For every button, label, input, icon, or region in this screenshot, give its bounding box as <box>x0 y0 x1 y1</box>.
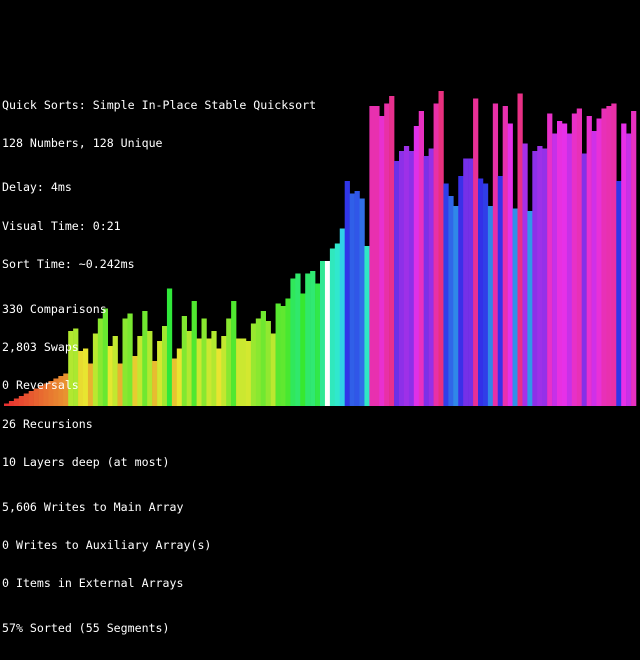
array-bar <box>448 196 454 406</box>
array-bar <box>537 146 543 406</box>
array-bar <box>428 148 434 406</box>
array-bar <box>542 148 548 406</box>
sorted-percentage: 57% Sorted (55 Segments) <box>2 620 170 635</box>
array-bar <box>497 176 503 406</box>
array-bar <box>616 181 622 406</box>
array-bar <box>527 211 533 406</box>
array-bar <box>403 146 410 406</box>
array-bar <box>606 106 612 406</box>
sort-time-readout: Sort Time: ~0.242ms <box>2 257 135 272</box>
array-bar <box>571 113 578 406</box>
array-bar <box>408 151 415 406</box>
array-bar <box>581 153 587 406</box>
array-bar <box>482 183 489 406</box>
array-bar <box>364 246 370 406</box>
comparisons-count: 330 Comparisons <box>2 301 107 316</box>
array-bar <box>384 103 390 406</box>
array-bar <box>473 98 479 406</box>
array-bar <box>423 156 429 406</box>
array-bar <box>320 261 326 406</box>
array-bar <box>458 176 464 406</box>
array-bar <box>566 133 573 406</box>
swaps-count: 2,803 Swaps <box>2 339 79 354</box>
stats-panel: Quick Sorts: Simple In-Place Stable Quic… <box>2 73 316 660</box>
aux-writes-count: 0 Writes to Auxiliary Array(s) <box>2 537 212 552</box>
array-bar <box>339 228 345 406</box>
array-bar <box>478 178 484 406</box>
array-bar <box>547 113 553 406</box>
algorithm-title: Quick Sorts: Simple In-Place Stable Quic… <box>2 97 317 112</box>
main-writes-count: 5,606 Writes to Main Array <box>2 499 184 514</box>
array-bar <box>359 198 365 406</box>
array-bar <box>463 158 469 406</box>
array-bar <box>576 108 582 406</box>
array-bar <box>468 158 474 406</box>
array-bar <box>349 193 355 406</box>
array-bar <box>552 133 558 406</box>
array-bar <box>487 206 494 406</box>
array-bar <box>502 106 508 406</box>
array-bar <box>374 106 380 406</box>
array-bar <box>324 261 331 406</box>
layers-count: 10 Layers deep (at most) <box>2 455 170 470</box>
array-bar <box>631 111 637 406</box>
array-bar <box>626 133 632 406</box>
array-bar <box>557 121 563 406</box>
number-count: 128 Numbers, 128 Unique <box>2 135 163 150</box>
array-bar <box>621 123 627 406</box>
array-bar <box>413 126 420 406</box>
external-items-count: 0 Items in External Arrays <box>2 576 184 591</box>
array-bar <box>399 151 405 406</box>
array-bar <box>438 91 444 406</box>
delay-readout: Delay: 4ms <box>2 180 72 195</box>
array-bar <box>517 93 523 406</box>
array-bar <box>344 181 350 406</box>
array-bar <box>586 116 592 406</box>
array-bar <box>561 123 568 406</box>
array-bar <box>601 108 607 406</box>
recursions-count: 26 Recursions <box>2 416 93 431</box>
sort-visualizer-screen: Quick Sorts: Simple In-Place Stable Quic… <box>0 0 640 634</box>
reversals-count: 0 Reversals <box>2 378 79 393</box>
array-bar <box>334 243 341 406</box>
array-bar <box>389 96 395 406</box>
array-bar <box>507 123 513 406</box>
array-bar <box>329 248 336 406</box>
visual-time-readout: Visual Time: 0:21 <box>2 218 121 233</box>
array-bar <box>433 103 439 406</box>
array-bar <box>591 131 597 406</box>
array-bar <box>379 116 385 406</box>
array-bar <box>418 111 424 406</box>
array-bar <box>532 151 538 406</box>
array-bar <box>596 118 602 406</box>
array-bar <box>453 206 459 406</box>
array-bar <box>369 106 375 406</box>
array-bar <box>522 143 528 406</box>
array-bar <box>443 183 449 406</box>
array-bar <box>611 103 617 406</box>
array-bar <box>354 191 360 406</box>
array-bar <box>492 103 499 406</box>
array-bar <box>394 161 400 406</box>
array-bar <box>512 208 518 406</box>
